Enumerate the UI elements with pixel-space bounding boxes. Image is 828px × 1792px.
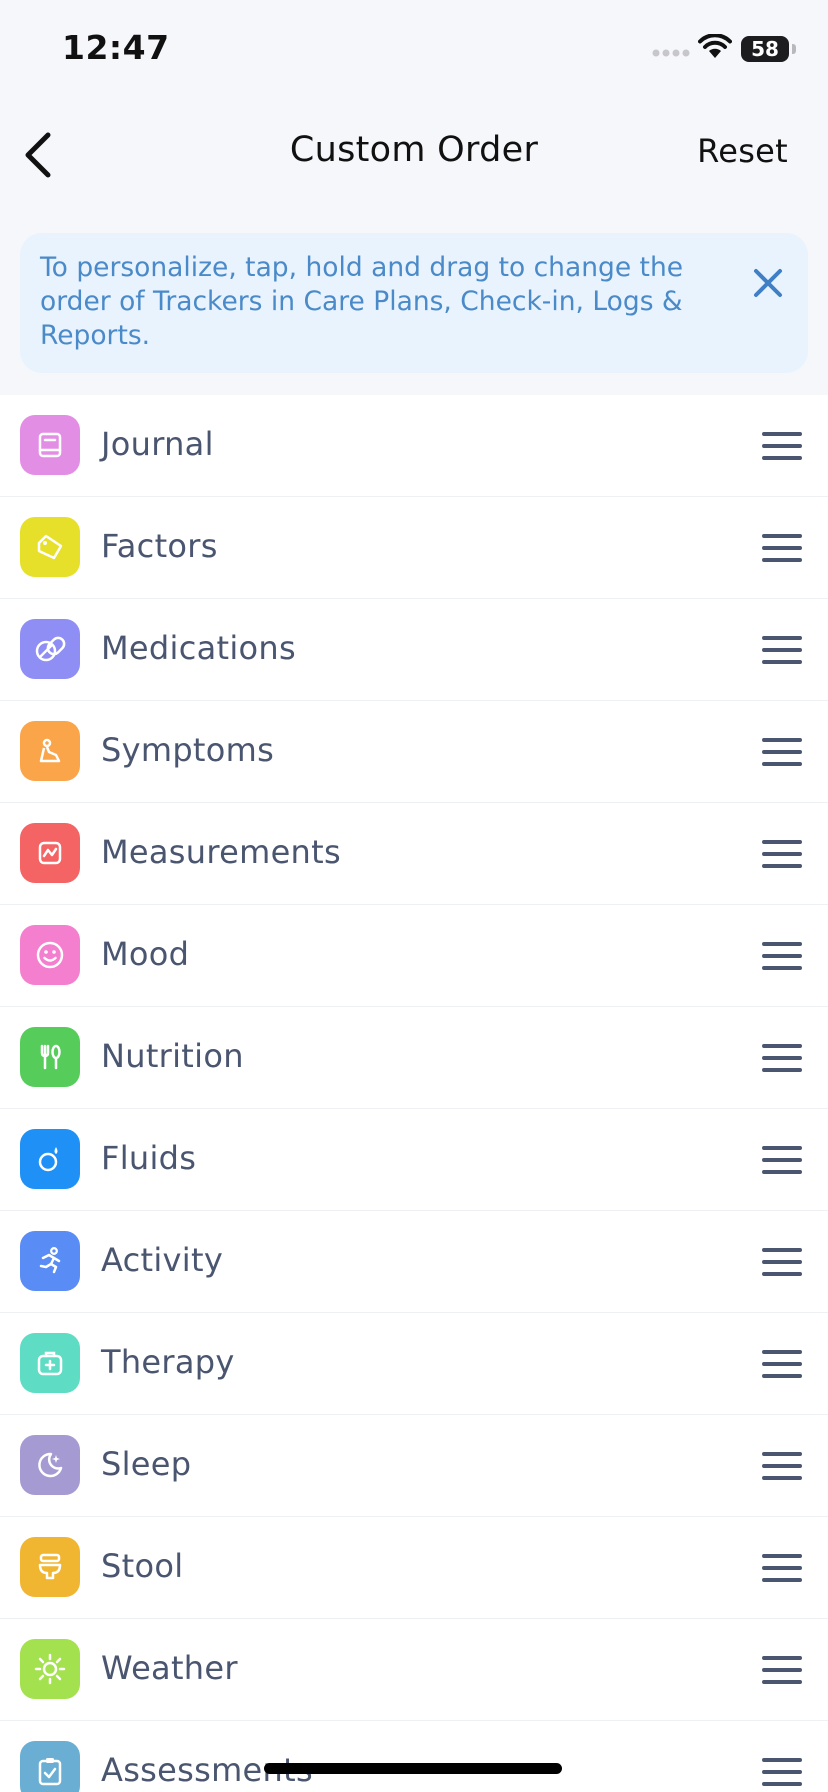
moon-icon xyxy=(20,1435,80,1495)
info-banner: To personalize, tap, hold and drag to ch… xyxy=(20,233,808,373)
tracker-row[interactable]: Therapy xyxy=(0,1313,828,1415)
utensils-icon xyxy=(20,1027,80,1087)
tracker-label: Medications xyxy=(101,629,296,667)
tracker-label: Fluids xyxy=(101,1139,197,1177)
drop-icon xyxy=(20,1129,80,1189)
drag-handle-icon[interactable] xyxy=(762,1043,802,1073)
close-icon xyxy=(754,269,782,297)
tracker-row[interactable]: Stool xyxy=(0,1517,828,1619)
drag-handle-icon[interactable] xyxy=(762,941,802,971)
drag-handle-icon[interactable] xyxy=(762,1247,802,1277)
drag-handle-icon[interactable] xyxy=(762,1451,802,1481)
sun-icon xyxy=(20,1639,80,1699)
tracker-row[interactable]: Measurements xyxy=(0,803,828,905)
tracker-label: Measurements xyxy=(101,833,341,871)
cellular-signal-icon xyxy=(652,49,690,57)
battery-level: 58 xyxy=(751,37,779,61)
banner-text: To personalize, tap, hold and drag to ch… xyxy=(40,252,684,351)
tracker-row[interactable]: Sleep xyxy=(0,1415,828,1517)
drag-handle-icon[interactable] xyxy=(762,737,802,767)
tracker-label: Weather xyxy=(101,1649,238,1687)
drag-handle-icon[interactable] xyxy=(762,635,802,665)
tracker-row[interactable]: Factors xyxy=(0,497,828,599)
nav-bar: Custom Order Reset xyxy=(0,100,828,210)
drag-handle-icon[interactable] xyxy=(762,533,802,563)
pills-icon xyxy=(20,619,80,679)
clipboard-icon xyxy=(20,1741,80,1792)
battery-cap xyxy=(792,44,796,54)
tracker-row[interactable]: Weather xyxy=(0,1619,828,1721)
runner-icon xyxy=(20,1231,80,1291)
tracker-label: Mood xyxy=(101,935,190,973)
tracker-label: Stool xyxy=(101,1547,184,1585)
banner-close-button[interactable] xyxy=(748,263,788,303)
journal-icon xyxy=(20,415,80,475)
symptom-icon xyxy=(20,721,80,781)
drag-handle-icon[interactable] xyxy=(762,1757,802,1787)
tag-icon xyxy=(20,517,80,577)
smiley-icon xyxy=(20,925,80,985)
toilet-icon xyxy=(20,1537,80,1597)
tracker-row[interactable]: Activity xyxy=(0,1211,828,1313)
status-bar: 12:47 58 xyxy=(0,0,828,100)
battery-icon: 58 xyxy=(741,36,789,62)
tracker-row[interactable]: Assessments xyxy=(0,1721,828,1792)
tracker-label: Activity xyxy=(101,1241,224,1279)
tracker-row[interactable]: Fluids xyxy=(0,1109,828,1211)
reset-button[interactable]: Reset xyxy=(697,132,788,170)
tracker-row[interactable]: Mood xyxy=(0,905,828,1007)
drag-handle-icon[interactable] xyxy=(762,839,802,869)
tracker-label: Sleep xyxy=(101,1445,192,1483)
tracker-list: Journal Factors Medications Symptoms Mea… xyxy=(0,395,828,1792)
drag-handle-icon[interactable] xyxy=(762,431,802,461)
drag-handle-icon[interactable] xyxy=(762,1655,802,1685)
tracker-label: Symptoms xyxy=(101,731,275,769)
tracker-row[interactable]: Medications xyxy=(0,599,828,701)
drag-handle-icon[interactable] xyxy=(762,1145,802,1175)
tracker-label: Nutrition xyxy=(101,1037,244,1075)
tracker-label: Journal xyxy=(101,425,214,463)
wifi-icon xyxy=(698,34,732,58)
drag-handle-icon[interactable] xyxy=(762,1553,802,1583)
tracker-label: Factors xyxy=(101,527,218,565)
tracker-label: Therapy xyxy=(101,1343,235,1381)
medical-kit-icon xyxy=(20,1333,80,1393)
tracker-row[interactable]: Symptoms xyxy=(0,701,828,803)
status-time: 12:47 xyxy=(62,28,170,67)
home-indicator xyxy=(264,1763,562,1774)
tracker-row[interactable]: Journal xyxy=(0,395,828,497)
tracker-row[interactable]: Nutrition xyxy=(0,1007,828,1109)
drag-handle-icon[interactable] xyxy=(762,1349,802,1379)
measurement-icon xyxy=(20,823,80,883)
